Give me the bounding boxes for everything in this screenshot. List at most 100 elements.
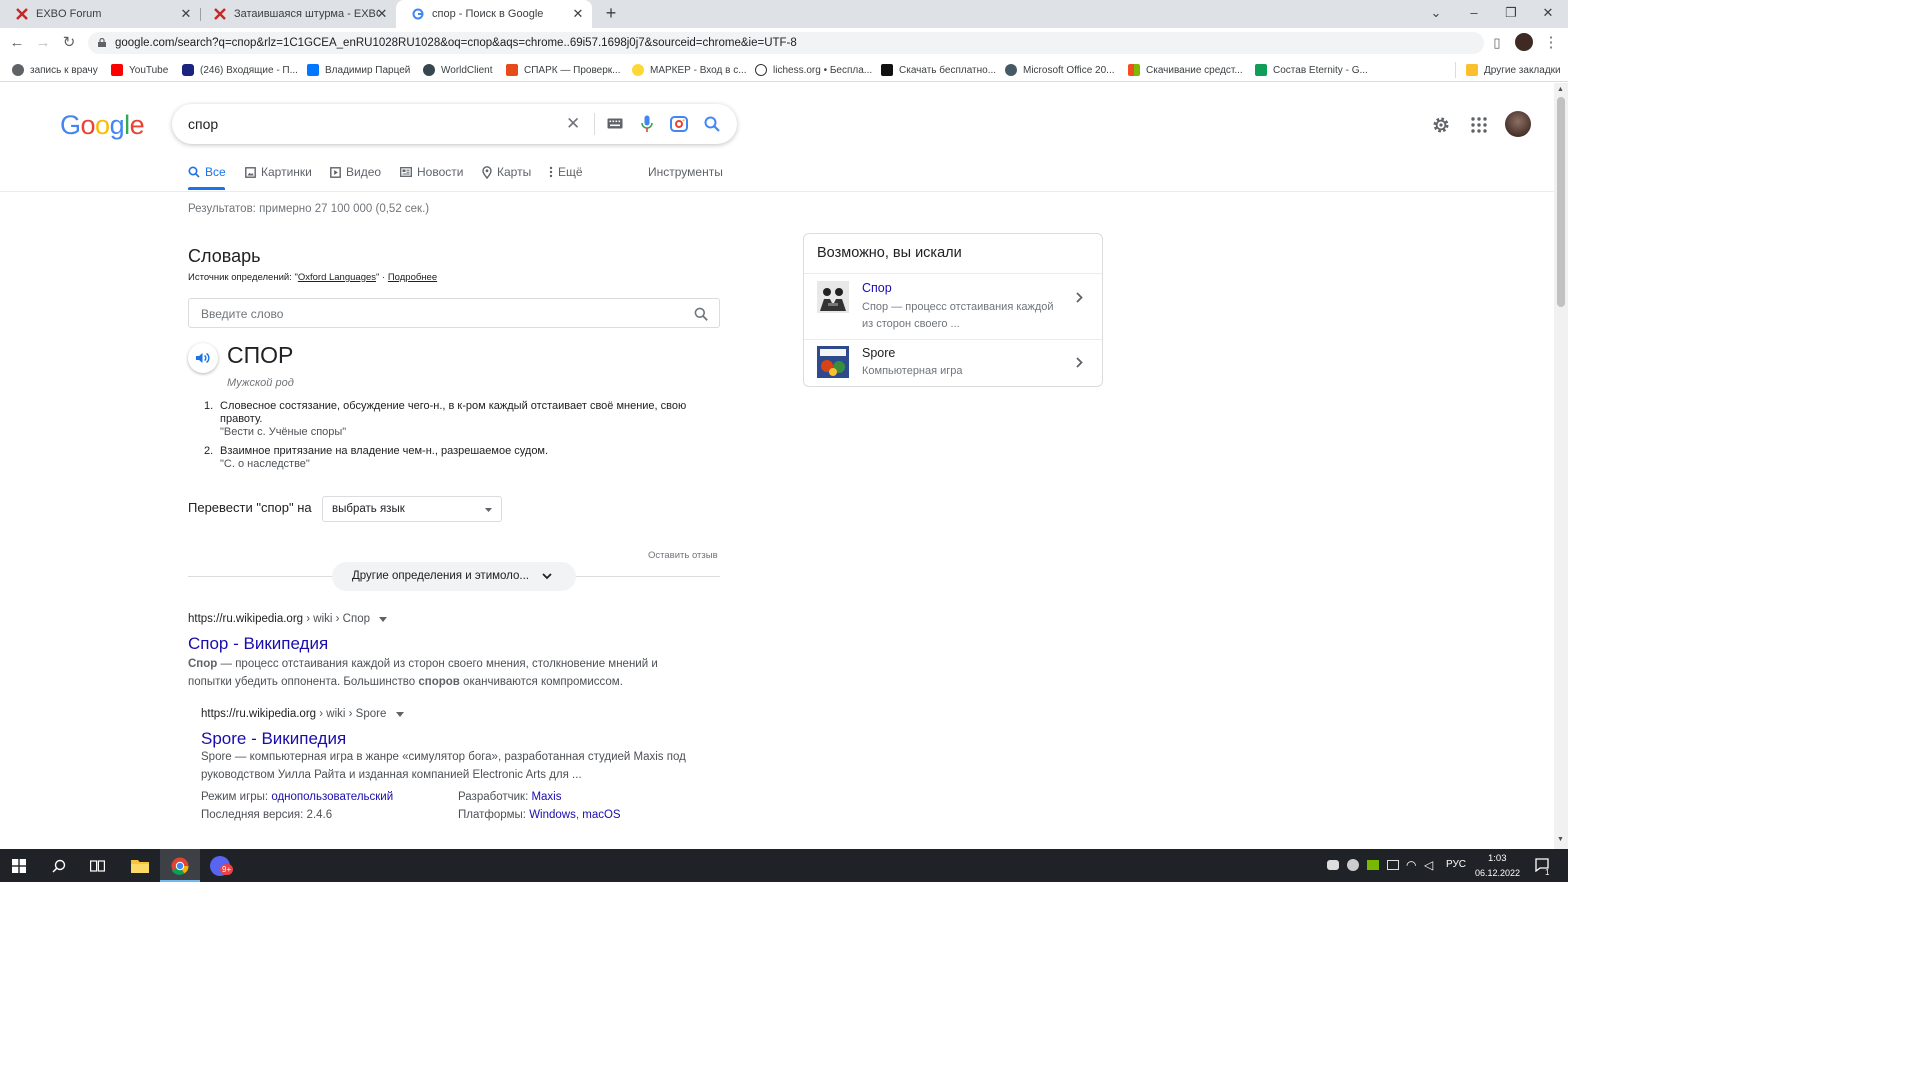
bookmark-item[interactable]: Владимир Парцей bbox=[307, 62, 410, 78]
windows-start-icon[interactable] bbox=[12, 859, 26, 873]
bookmark-item[interactable]: Скачать бесплатно... bbox=[881, 62, 996, 78]
back-arrow-icon[interactable]: ← bbox=[6, 32, 28, 54]
tab-exbo-storm[interactable]: Затаившаяся штурма - EXBO For ✕ bbox=[198, 0, 396, 28]
result-snippet: Спор — процесс отстаивания каждой из сто… bbox=[188, 658, 658, 670]
tab-all[interactable]: Все bbox=[188, 165, 226, 179]
scroll-down-arrow-icon[interactable]: ▼ bbox=[1557, 836, 1564, 843]
tab-exbo-forum[interactable]: EXBO Forum ✕ bbox=[0, 0, 200, 28]
bookmark-item[interactable]: (246) Входящие - П... bbox=[182, 62, 298, 78]
wifi-icon[interactable]: ◠ bbox=[1406, 858, 1416, 872]
tab-close-icon[interactable]: ✕ bbox=[179, 7, 193, 21]
bookmark-item[interactable]: запись к врачу bbox=[12, 62, 98, 78]
nvidia-tray-icon[interactable] bbox=[1367, 860, 1379, 870]
clock-date[interactable]: 06.12.2022 bbox=[1475, 868, 1520, 878]
notification-badge: 9+ bbox=[220, 864, 234, 875]
source-link[interactable]: Oxford Languages bbox=[298, 272, 376, 283]
microphone-icon[interactable] bbox=[641, 115, 653, 133]
forward-arrow-icon[interactable]: → bbox=[32, 32, 54, 54]
side-panel-icon[interactable]: ▯ bbox=[1486, 32, 1508, 54]
bookmark-item[interactable]: МАРКЕР - Вход в с... bbox=[632, 62, 747, 78]
bookmark-item[interactable]: lichess.org • Бесплa... bbox=[755, 62, 872, 78]
profile-avatar[interactable] bbox=[1515, 33, 1533, 51]
language-indicator[interactable]: РУС bbox=[1446, 859, 1466, 870]
bookmark-item[interactable]: Состав Eternity - G... bbox=[1255, 62, 1368, 78]
tab-maps[interactable]: Карты bbox=[482, 165, 531, 179]
fact-link[interactable]: macOS bbox=[582, 809, 620, 821]
fact-link[interactable]: Windows bbox=[529, 809, 576, 821]
keyboard-icon[interactable] bbox=[607, 118, 623, 129]
steam-tray-icon[interactable] bbox=[1347, 859, 1359, 871]
bookmark-label: запись к врачу bbox=[30, 64, 98, 76]
search-input[interactable]: спор bbox=[188, 116, 218, 132]
more-definitions-button[interactable]: Другие определения и этимоло... bbox=[332, 562, 576, 591]
bookmark-item[interactable]: Скачивание средст... bbox=[1128, 62, 1243, 78]
card-item-spore[interactable]: Spore Компьютерная игра bbox=[804, 340, 1102, 387]
map-pin-icon bbox=[482, 165, 492, 179]
globe-icon bbox=[12, 64, 24, 76]
apps-grid-icon[interactable] bbox=[1471, 117, 1487, 133]
new-tab-button[interactable]: + bbox=[593, 0, 629, 28]
dictionary-input[interactable]: Введите слово bbox=[188, 298, 720, 328]
search-box[interactable]: спор ✕ bbox=[172, 104, 737, 144]
search-icon[interactable] bbox=[52, 859, 66, 873]
reload-icon[interactable]: ↻ bbox=[58, 32, 80, 54]
tools-button[interactable]: Инструменты bbox=[648, 165, 723, 179]
result-title[interactable]: Spore - Википедия bbox=[201, 729, 346, 749]
tab-search-chevron-icon[interactable]: ⌄ bbox=[1418, 0, 1454, 28]
bookmark-label: YouTube bbox=[129, 64, 169, 76]
page-scrollbar[interactable]: ▲ ▼ bbox=[1554, 83, 1568, 849]
fact-link[interactable]: Maxis bbox=[531, 791, 561, 803]
tab-google-search[interactable]: спор - Поиск в Google ✕ bbox=[396, 0, 592, 28]
feedback-link[interactable]: Оставить отзыв bbox=[648, 550, 718, 561]
language-select[interactable]: выбрать язык bbox=[322, 496, 502, 522]
pronounce-button[interactable] bbox=[188, 343, 218, 373]
task-view-icon[interactable] bbox=[90, 859, 105, 873]
account-avatar[interactable] bbox=[1505, 111, 1531, 137]
other-bookmarks[interactable]: Другие закладки bbox=[1466, 62, 1561, 78]
bookmark-item[interactable]: YouTube bbox=[111, 62, 168, 78]
discord-tray-icon[interactable] bbox=[1327, 860, 1339, 870]
clock-time[interactable]: 1:03 bbox=[1488, 853, 1507, 864]
video-icon bbox=[330, 166, 341, 178]
menu-kebab-icon[interactable]: ⋮ bbox=[1540, 32, 1562, 54]
search-icon[interactable] bbox=[694, 307, 708, 321]
clear-icon[interactable]: ✕ bbox=[566, 114, 580, 134]
bookmark-item[interactable]: СПАРК — Проверк... bbox=[506, 62, 620, 78]
language-select-value: выбрать язык bbox=[332, 503, 405, 515]
fact-link[interactable]: однопользовательский bbox=[271, 791, 393, 803]
settings-gear-icon[interactable] bbox=[1432, 116, 1450, 134]
tab-more[interactable]: Ещё bbox=[549, 165, 583, 179]
volume-icon[interactable]: ◁ bbox=[1424, 858, 1433, 872]
card-item-spor[interactable]: Спор Спор — процесс отстаивания каждой и… bbox=[804, 274, 1102, 339]
tab-news[interactable]: Новости bbox=[400, 165, 463, 179]
tab-video[interactable]: Видео bbox=[330, 165, 381, 179]
definition-example: "С. о наследстве" bbox=[220, 458, 310, 470]
lens-camera-icon[interactable] bbox=[670, 116, 688, 132]
bookmark-item[interactable]: Microsoft Office 20... bbox=[1005, 62, 1115, 78]
result-title[interactable]: Спор - Википедия bbox=[188, 634, 328, 654]
minimize-button[interactable]: – bbox=[1456, 0, 1492, 28]
file-explorer-button[interactable] bbox=[120, 849, 160, 882]
bookmark-label: Владимир Парцей bbox=[325, 64, 411, 76]
battery-icon[interactable] bbox=[1387, 860, 1399, 870]
scroll-up-arrow-icon[interactable]: ▲ bbox=[1557, 86, 1564, 93]
address-bar[interactable]: google.com/search?q=спор&rlz=1C1GCEA_enR… bbox=[88, 32, 1484, 54]
scrollbar-thumb[interactable] bbox=[1557, 97, 1565, 307]
chrome-button[interactable] bbox=[160, 849, 200, 882]
google-logo[interactable]: Google bbox=[60, 110, 145, 141]
search-icon[interactable] bbox=[704, 116, 720, 132]
lichess-icon bbox=[755, 64, 767, 76]
bookmark-item[interactable]: WorldClient bbox=[423, 62, 493, 78]
more-link[interactable]: Подробнее bbox=[388, 272, 437, 283]
result-menu-caret-icon[interactable] bbox=[395, 712, 404, 717]
tab-close-icon[interactable]: ✕ bbox=[375, 7, 389, 21]
result-menu-caret-icon[interactable] bbox=[379, 617, 388, 622]
dictionary-word: СПОР bbox=[227, 342, 294, 368]
card-item-desc: Спор — процесс отстаивания каждой bbox=[862, 301, 1054, 313]
restore-button[interactable]: ❐ bbox=[1493, 0, 1529, 28]
tab-close-icon[interactable]: ✕ bbox=[571, 7, 585, 21]
discord-button[interactable]: 9+ bbox=[200, 849, 240, 882]
close-window-button[interactable]: ✕ bbox=[1530, 0, 1566, 28]
tab-images[interactable]: Картинки bbox=[245, 165, 312, 179]
fact-label: Последняя версия: bbox=[201, 809, 307, 821]
